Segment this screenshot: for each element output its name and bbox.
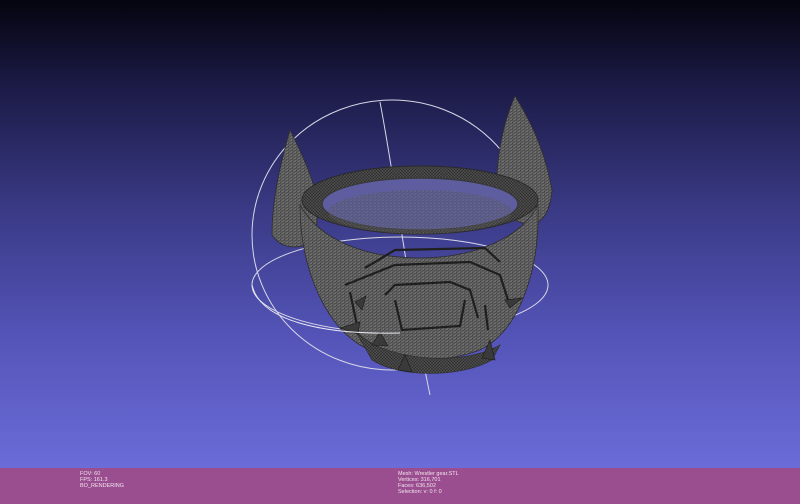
- selection-count: Selection: v: 0 f: 0: [398, 489, 442, 495]
- status-bar: FOV: 60 FPS: 161.3 BO_RENDERING Mesh: Wr…: [0, 468, 800, 504]
- gear-inner-wall: [328, 190, 512, 234]
- renderer-readout: BO_RENDERING: [80, 483, 125, 489]
- mesh-info: Mesh: Wrestler gear.STL Vertices: 316,70…: [398, 471, 459, 495]
- render-info: FOV: 60 FPS: 161.3 BO_RENDERING: [80, 471, 124, 489]
- 3d-viewport[interactable]: [0, 0, 800, 468]
- mesh-object[interactable]: [271, 95, 553, 374]
- mesh-scene[interactable]: [0, 0, 800, 468]
